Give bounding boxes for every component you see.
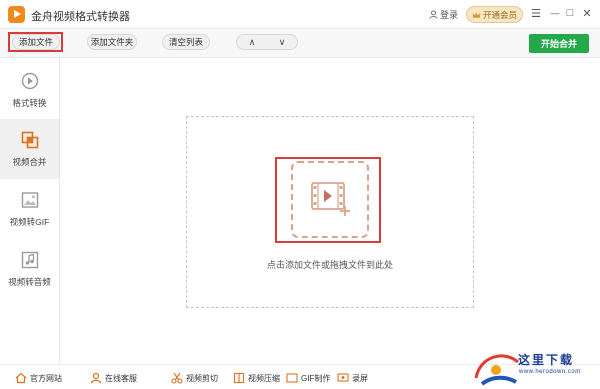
move-up-button[interactable]: ∧	[237, 35, 267, 49]
compress-icon	[233, 372, 245, 384]
minimize-icon[interactable]: —	[548, 8, 562, 18]
watermark-url: www.herodown.com	[519, 369, 581, 375]
footer-item-cut[interactable]: 视频剪切	[171, 372, 218, 384]
reorder-group: ∧ ∨	[236, 34, 298, 50]
clear-list-button[interactable]: 清空列表	[162, 34, 210, 50]
footer-item-support[interactable]: 在线客服	[90, 372, 137, 384]
sidebar: 格式转换 视频合并 视频转GIF 视频转音频	[0, 58, 60, 364]
sidebar-item-label: 格式转换	[12, 98, 47, 108]
vip-label: 开通会员	[482, 9, 517, 20]
gif-make-icon	[286, 373, 298, 383]
app-logo-icon	[8, 6, 25, 23]
footer-item-label: 官方网站	[30, 373, 62, 383]
drop-hint-text: 点击添加文件或拖拽文件到此处	[266, 260, 393, 270]
move-down-button[interactable]: ∨	[267, 35, 297, 49]
support-icon	[90, 372, 102, 384]
sidebar-item-label: 视频合并	[12, 157, 47, 167]
footer-item-gif-make[interactable]: GIF制作	[286, 372, 330, 384]
footer-item-label: 视频剪切	[186, 373, 218, 383]
title-bar: 金舟视频格式转换器 登录 开通会员 ☰ — □ ✕	[0, 0, 600, 29]
menu-icon[interactable]: ☰	[529, 7, 543, 20]
sidebar-item-audio[interactable]: 视频转音频	[0, 239, 59, 299]
close-icon[interactable]: ✕	[580, 7, 594, 20]
sidebar-item-label: 视频转GIF	[9, 217, 50, 227]
footer-item-compress[interactable]: 视频压缩	[233, 372, 280, 384]
login-label: 登录	[440, 10, 459, 20]
footer-item-label: 在线客服	[105, 373, 137, 383]
add-video-icon	[311, 182, 350, 216]
app-title: 金舟视频格式转换器	[31, 11, 130, 23]
user-icon	[429, 10, 438, 19]
footer-item-label: 视频压缩	[248, 373, 280, 383]
sidebar-item-format-convert[interactable]: 格式转换	[0, 60, 59, 120]
add-file-highlight	[8, 32, 63, 52]
crown-icon	[472, 11, 481, 18]
footer-item-website[interactable]: 官方网站	[15, 372, 62, 384]
sidebar-item-video-merge[interactable]: 视频合并	[0, 119, 59, 179]
video-merge-icon	[21, 131, 39, 149]
footer-item-label: 录屏	[352, 373, 368, 383]
maximize-icon[interactable]: □	[563, 7, 577, 19]
footer-item-label: GIF制作	[301, 373, 331, 383]
add-folder-button[interactable]: 添加文件夹	[87, 34, 137, 50]
footer-item-record[interactable]: 录屏	[337, 372, 368, 384]
sidebar-item-label: 视频转音频	[8, 277, 51, 287]
format-convert-icon	[21, 72, 39, 90]
sidebar-item-gif[interactable]: 视频转GIF	[0, 179, 59, 239]
cut-icon	[171, 372, 183, 384]
vip-button[interactable]: 开通会员	[466, 6, 523, 23]
gif-icon	[21, 192, 39, 208]
login-button[interactable]: 登录	[429, 8, 458, 21]
home-icon	[15, 372, 27, 384]
start-merge-button[interactable]: 开始合并	[529, 34, 589, 53]
audio-icon	[21, 251, 39, 269]
record-icon	[337, 373, 349, 382]
toolbar: 添加文件 添加文件夹 清空列表 ∧ ∨ 开始合并	[0, 29, 600, 58]
watermark-title: 这里下载	[518, 353, 575, 367]
